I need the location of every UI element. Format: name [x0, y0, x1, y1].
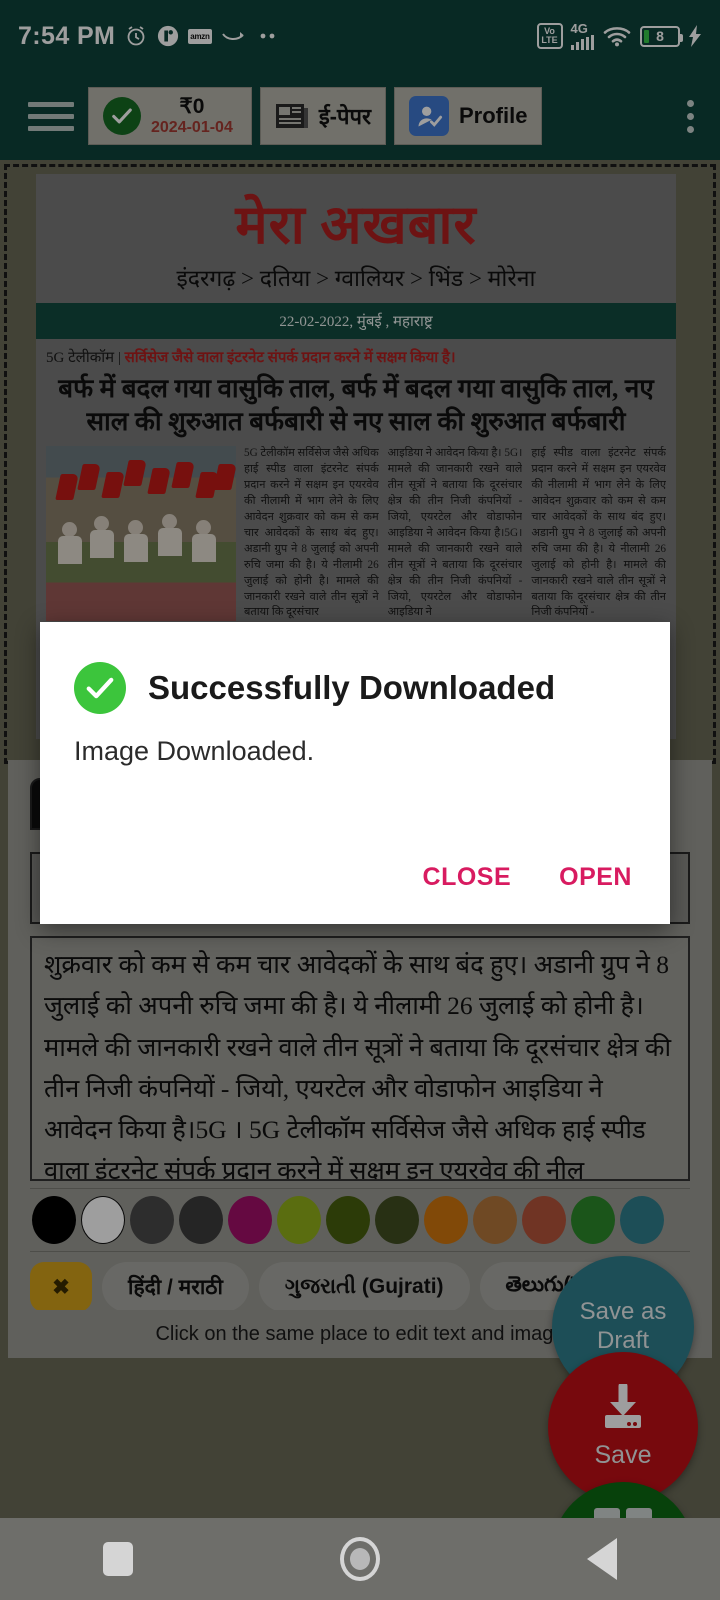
dialog-message: Image Downloaded. — [74, 736, 315, 766]
dialog-actions: CLOSE OPEN — [415, 857, 640, 898]
dialog-title: Successfully Downloaded — [148, 669, 556, 706]
dialog-title-row: Successfully Downloaded — [40, 622, 670, 714]
success-check-icon — [74, 662, 126, 714]
back-triangle-icon[interactable] — [586, 1538, 617, 1580]
download-success-dialog: Successfully Downloaded Image Downloaded… — [40, 622, 670, 924]
dialog-open-button[interactable]: OPEN — [551, 857, 640, 898]
recents-square-icon[interactable] — [103, 1542, 134, 1576]
screen-root: 7:54 PM amzn Vo LTE 4G 8 ₹0 2024-01-04 ई… — [0, 0, 720, 1600]
home-circle-icon[interactable] — [339, 1537, 380, 1581]
dialog-close-button[interactable]: CLOSE — [415, 857, 520, 898]
system-nav-bar — [0, 1518, 720, 1600]
